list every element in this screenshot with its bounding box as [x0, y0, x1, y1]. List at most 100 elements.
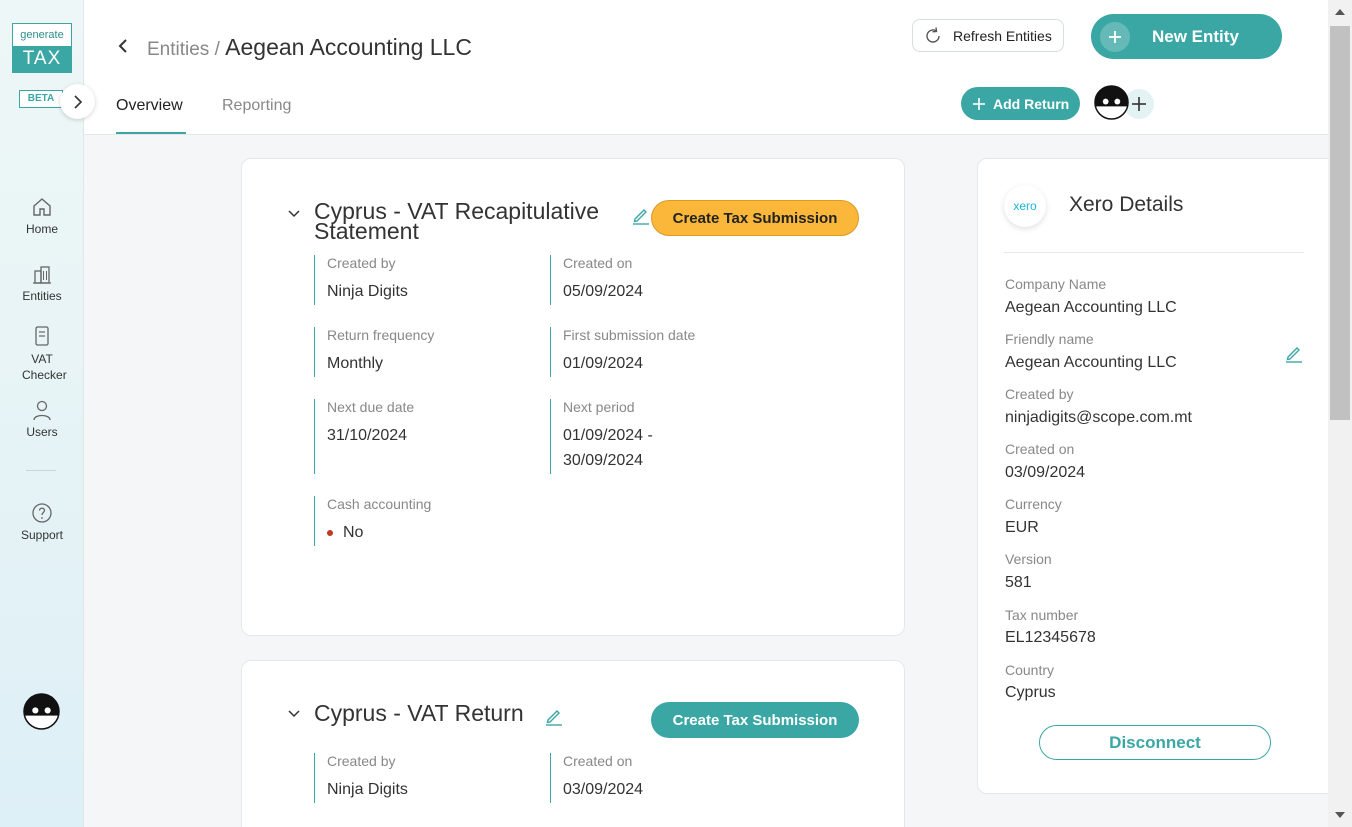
refresh-entities-label: Refresh Entities [953, 27, 1052, 44]
sidebar-item-users[interactable]: Users [0, 399, 84, 439]
breadcrumb: Entities / Aegean Accounting LLC [147, 34, 472, 61]
field-label: Created by [327, 753, 396, 769]
field-created-by: Created by Ninja Digits [314, 753, 514, 803]
sidebar: generate TAX BETA Home Entities VAT Chec… [0, 0, 95, 827]
sidebar-item-vat-checker[interactable]: VAT Checker [0, 325, 84, 383]
sidebar-item-home[interactable]: Home [0, 196, 84, 236]
create-tax-submission-button[interactable]: Create Tax Submission [651, 702, 859, 738]
country-label: Country [1005, 662, 1055, 678]
generate-tax-logo[interactable]: generate TAX [12, 23, 72, 73]
tab-overview[interactable]: Overview [116, 97, 183, 115]
refresh-icon [926, 26, 940, 43]
status-dot [327, 529, 333, 536]
field-first-submission-date: First submission date 01/09/2024 [550, 327, 750, 377]
version-label: Version [1005, 551, 1052, 567]
plus-icon [973, 97, 985, 110]
sidebar-item-label: Users [26, 425, 58, 439]
friendly-name-label: Friendly name [1005, 331, 1094, 347]
sidebar-divider [26, 470, 56, 471]
assignee-avatar[interactable] [1094, 85, 1129, 120]
divider [1004, 252, 1304, 253]
currency-value: EUR [1005, 519, 1039, 536]
created-by-value: ninjadigits@scope.com.mt [1005, 409, 1192, 426]
plus-icon [1100, 21, 1130, 52]
company-name-value: Aegean Accounting LLC [1005, 299, 1177, 316]
user-avatar[interactable] [23, 693, 60, 730]
field-created-on: Created on 03/09/2024 [550, 753, 750, 803]
field-value: Ninja Digits [327, 283, 408, 300]
field-label: Created on [563, 255, 633, 271]
sidebar-item-label: Entities [22, 289, 62, 303]
friendly-name-value: Aegean Accounting LLC [1005, 354, 1177, 371]
tax-number-label: Tax number [1005, 607, 1079, 623]
sidebar-item-label: Support [20, 528, 64, 542]
back-arrow-icon[interactable] [112, 34, 134, 58]
chevron-down-icon[interactable] [287, 207, 301, 221]
currency-label: Currency [1005, 496, 1062, 512]
home-icon [33, 198, 51, 216]
created-on-value: 03/09/2024 [1005, 464, 1086, 481]
field-value: 03/09/2024 [563, 781, 644, 798]
created-by-label: Created by [1005, 386, 1074, 402]
logo-text-top: generate [20, 29, 64, 41]
field-next-period: Next period 01/09/2024 - 30/09/2024 [550, 399, 750, 474]
create-tax-submission-button[interactable]: Create Tax Submission [651, 200, 859, 236]
scroll-down-arrow-icon[interactable] [1335, 812, 1345, 818]
field-value: No [327, 520, 514, 545]
scrollbar-thumb[interactable] [1330, 26, 1350, 420]
refresh-entities-button[interactable]: Refresh Entities [912, 19, 1064, 52]
plus-icon [1132, 97, 1146, 111]
field-created-on: Created on 05/09/2024 [550, 255, 750, 305]
page-title: Aegean Accounting LLC [225, 34, 472, 60]
add-return-button[interactable]: Add Return [961, 87, 1080, 120]
version-value: 581 [1005, 574, 1032, 591]
field-label: Cash accounting [327, 496, 432, 512]
user-icon [33, 400, 51, 421]
field-return-frequency: Return frequency Monthly [314, 327, 514, 377]
pencil-icon[interactable] [1284, 343, 1304, 363]
xero-logo: xero [1004, 185, 1046, 227]
help-icon [32, 503, 52, 523]
field-label: Next due date [327, 399, 415, 415]
breadcrumb-entities-link[interactable]: Entities [147, 39, 209, 60]
return-title-line: Statement [314, 218, 419, 244]
sidebar-item-support[interactable]: Support [0, 502, 84, 542]
field-label: Next period [563, 399, 635, 415]
new-entity-label: New Entity [1152, 26, 1239, 46]
field-value: 01/09/2024 [563, 355, 644, 372]
sidebar-item-label: Home [25, 222, 58, 236]
country-value: Cyprus [1005, 684, 1056, 701]
breadcrumb-separator: / [214, 39, 220, 60]
field-cash-accounting: Cash accounting No [314, 496, 514, 546]
document-icon [35, 326, 49, 346]
chevron-down-icon[interactable] [287, 707, 301, 721]
disconnect-button[interactable]: Disconnect [1039, 725, 1271, 760]
return-card: Cyprus - VAT Return Create Tax Submissio… [241, 660, 905, 827]
field-value-line: 01/09/2024 - [563, 427, 653, 444]
field-label: Return frequency [327, 327, 435, 343]
field-value: Monthly [327, 355, 384, 372]
created-on-label: Created on [1005, 441, 1075, 457]
xero-details-panel: xero Xero Details Company Name Aegean Ac… [977, 158, 1337, 794]
active-tab-indicator [116, 132, 186, 134]
tab-reporting[interactable]: Reporting [222, 97, 291, 115]
expand-sidebar-button[interactable] [60, 84, 95, 119]
page-scrollbar[interactable] [1328, 0, 1352, 827]
field-value: Ninja Digits [327, 781, 408, 798]
field-created-by: Created by Ninja Digits [314, 255, 514, 305]
building-icon [33, 266, 51, 284]
beta-badge: BETA [19, 90, 63, 108]
cash-accounting-value: No [343, 524, 364, 541]
pencil-icon[interactable] [544, 706, 564, 726]
scroll-up-arrow-icon[interactable] [1335, 9, 1345, 15]
xero-details-title: Xero Details [1069, 193, 1184, 216]
add-return-label: Add Return [993, 95, 1070, 112]
pencil-icon[interactable] [631, 205, 651, 225]
sidebar-item-entities[interactable]: Entities [0, 263, 84, 303]
return-title: Cyprus - VAT Return [314, 700, 524, 726]
field-value: 01/09/2024 - 30/09/2024 [563, 423, 750, 473]
field-label: Created on [563, 753, 633, 769]
new-entity-button[interactable]: New Entity [1091, 14, 1282, 59]
field-value: 05/09/2024 [563, 283, 644, 300]
tax-number-value: EL12345678 [1005, 629, 1096, 646]
